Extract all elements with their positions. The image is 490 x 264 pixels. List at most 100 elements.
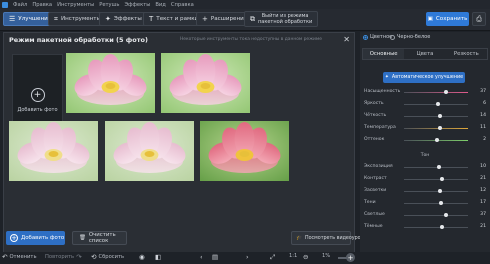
- slider-row[interactable]: Температура 11: [364, 124, 486, 134]
- save-label: Сохранить: [435, 16, 468, 22]
- slider-row[interactable]: Экспозиция 10: [364, 163, 486, 173]
- tab-colors[interactable]: Цвета: [404, 49, 445, 59]
- auto-enhance-button[interactable]: ✦ Автоматическое улучшение: [383, 72, 465, 83]
- next-photo-button[interactable]: ›: [246, 253, 249, 261]
- crop-icon: ⌗: [54, 14, 58, 23]
- save-button[interactable]: ▣ Сохранить: [426, 12, 469, 26]
- sliders-icon: ☰: [9, 15, 16, 23]
- menu-file[interactable]: Файл: [13, 2, 27, 8]
- magic-wand-icon: ✦: [384, 75, 389, 80]
- exit-batch-label: Выйти из режима пакетной обработки: [258, 13, 312, 25]
- slider-row[interactable]: Светлые 37: [364, 211, 486, 221]
- slider-knob[interactable]: [440, 225, 445, 229]
- mode-bw-label: Черно-белое: [397, 34, 431, 40]
- slider-value: 14: [480, 113, 486, 118]
- slider-row[interactable]: Насыщенность 37: [364, 88, 486, 98]
- slider-track[interactable]: [404, 92, 468, 93]
- plus-circle-icon: +: [10, 233, 18, 242]
- lotus-photo: [105, 121, 194, 181]
- slider-knob[interactable]: [437, 126, 442, 130]
- slider-track[interactable]: [404, 128, 468, 129]
- slider-name: Оттенок: [364, 137, 385, 142]
- menu-tools[interactable]: Инструменты: [57, 2, 94, 8]
- close-icon[interactable]: ✕: [343, 35, 350, 44]
- zoom-1to1-button[interactable]: 1:1: [289, 253, 297, 259]
- slider-row[interactable]: Оттенок 2: [364, 136, 486, 146]
- fit-screen-button[interactable]: ⤢: [270, 253, 275, 262]
- chevron-right-icon: ›: [246, 253, 249, 261]
- slider-name: Тёмные: [364, 224, 383, 229]
- slider-track[interactable]: [404, 227, 468, 228]
- menu-effects[interactable]: Эффекты: [124, 2, 150, 8]
- mode-color-label: Цветное: [370, 34, 393, 40]
- slider-row[interactable]: Яркость 6: [364, 100, 486, 110]
- tab-basic[interactable]: Основные: [363, 49, 405, 59]
- slider-knob[interactable]: [444, 213, 449, 217]
- slider-knob[interactable]: [435, 102, 440, 106]
- slider-knob[interactable]: [438, 114, 443, 118]
- slider-row[interactable]: Тени 17: [364, 199, 486, 209]
- redo-button[interactable]: Повторить ↷: [45, 253, 82, 261]
- slider-knob[interactable]: [437, 189, 442, 193]
- slider-value: 21: [480, 224, 486, 229]
- slider-knob[interactable]: [434, 138, 439, 142]
- print-button[interactable]: ⎙: [472, 12, 486, 26]
- photo-thumbnail[interactable]: [161, 53, 250, 113]
- slider-track[interactable]: [404, 215, 468, 216]
- slider-row[interactable]: Чёткость 14: [364, 112, 486, 122]
- video-tutorial-button[interactable]: 🎓 Посмотреть видеоурок: [291, 231, 364, 245]
- reset-button[interactable]: ⟲ Сбросить: [91, 253, 124, 261]
- chevron-left-icon: ‹: [200, 253, 203, 261]
- mode-bw-radio[interactable]: Черно-белое: [390, 34, 430, 40]
- tab-sharpness[interactable]: Резкость: [446, 49, 487, 59]
- slider-value: 10: [480, 164, 486, 169]
- gallery-icon: ▤: [212, 253, 219, 261]
- slider-knob[interactable]: [444, 90, 449, 94]
- compare-button[interactable]: ◧: [155, 253, 161, 261]
- photo-thumbnail[interactable]: [200, 121, 289, 181]
- reset-icon: ⟲: [91, 253, 97, 261]
- menu-retouch[interactable]: Ретушь: [99, 2, 119, 8]
- panel-bottom-bar: + Добавить фото 🗑 Очистить список 🎓 Посм…: [4, 231, 364, 245]
- slider-row[interactable]: Контраст 21: [364, 175, 486, 185]
- eye-icon: ◉: [139, 253, 145, 261]
- undo-button[interactable]: ↶ Отменить: [2, 253, 37, 261]
- adjust-tabs: Основные Цвета Резкость: [362, 48, 488, 60]
- photo-thumbnail[interactable]: [66, 53, 155, 113]
- add-photo-tile-label: Добавить фото: [17, 106, 58, 113]
- menu-edit[interactable]: Правка: [32, 2, 52, 8]
- slider-name: Яркость: [364, 101, 384, 106]
- mode-color-radio[interactable]: Цветное: [363, 34, 392, 40]
- slider-row[interactable]: Засветки 12: [364, 187, 486, 197]
- fit-screen-icon: ⤢: [270, 253, 276, 261]
- panel-title: Режим пакетной обработки (5 фото): [9, 36, 148, 44]
- slider-knob[interactable]: [440, 177, 445, 181]
- slider-knob[interactable]: [439, 201, 444, 205]
- add-photo-button[interactable]: + Добавить фото: [6, 231, 65, 245]
- slider-row[interactable]: Тёмные 21: [364, 223, 486, 233]
- video-tutorial-label: Посмотреть видеоурок: [304, 235, 364, 241]
- slider-value: 12: [480, 188, 486, 193]
- gallery-icon-button[interactable]: ▤: [212, 253, 218, 261]
- save-icon: ▣: [427, 16, 433, 22]
- prev-photo-button[interactable]: ‹: [200, 253, 203, 261]
- lotus-photo: [66, 53, 155, 113]
- clear-list-button[interactable]: 🗑 Очистить список: [72, 231, 127, 245]
- slider-name: Насыщенность: [364, 89, 401, 94]
- effects-tab[interactable]: ✦ Эффекты: [99, 12, 148, 26]
- exit-batch-button[interactable]: ⧉ Выйти из режима пакетной обработки: [244, 11, 319, 27]
- zoom-out-button[interactable]: ⊖: [303, 253, 308, 261]
- photo-thumbnail[interactable]: [105, 121, 194, 181]
- zoom-in-button[interactable]: +: [346, 253, 355, 262]
- slider-track[interactable]: [404, 203, 468, 204]
- slider-knob[interactable]: [437, 165, 442, 169]
- photo-thumbnail[interactable]: [9, 121, 98, 181]
- slider-track[interactable]: [404, 116, 468, 117]
- preview-eye-button[interactable]: ◉: [139, 253, 145, 261]
- slider-track[interactable]: [404, 179, 468, 180]
- slider-track[interactable]: [404, 191, 468, 192]
- menu-help[interactable]: Справка: [171, 2, 194, 8]
- effects-label: Эффекты: [113, 16, 142, 22]
- menu-view[interactable]: Вид: [155, 2, 166, 8]
- slider-track[interactable]: [404, 167, 468, 168]
